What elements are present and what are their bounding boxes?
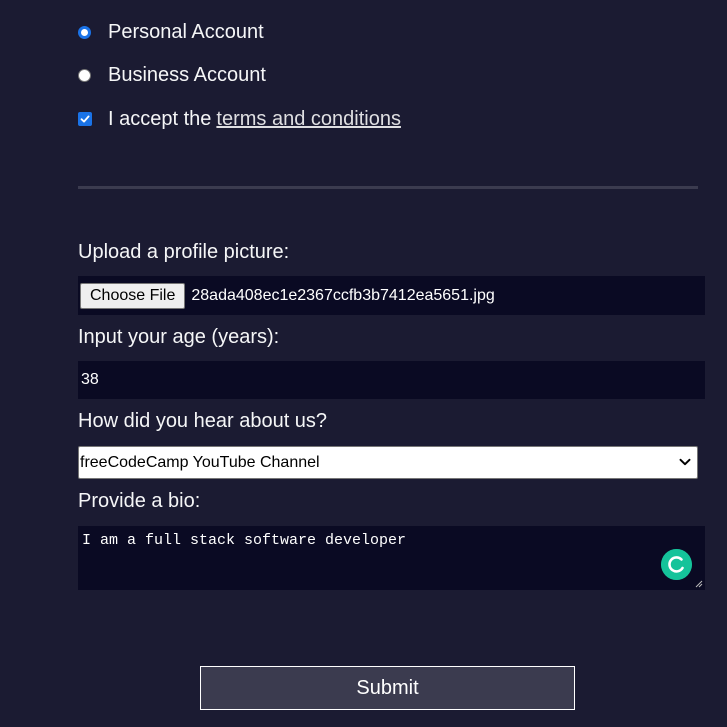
personal-account-radio[interactable] bbox=[78, 25, 91, 39]
business-account-label[interactable]: Business Account bbox=[108, 64, 266, 87]
grammarly-icon[interactable] bbox=[661, 549, 692, 580]
chevron-down-icon bbox=[679, 458, 691, 466]
profile-picture-label: Upload a profile picture: bbox=[78, 241, 290, 263]
referrer-select[interactable]: freeCodeCamp YouTube Channel bbox=[78, 446, 698, 479]
age-label: Input your age (years): bbox=[78, 326, 280, 348]
bio-label: Provide a bio: bbox=[78, 490, 201, 512]
bio-text: I am a full stack software developer bbox=[82, 532, 407, 549]
terms-prefix: I accept the bbox=[108, 107, 212, 130]
terms-option[interactable]: I accept the terms and conditions bbox=[78, 107, 401, 131]
age-input[interactable]: 38 bbox=[78, 361, 705, 399]
personal-account-label[interactable]: Personal Account bbox=[108, 21, 264, 44]
terms-checkbox[interactable] bbox=[78, 112, 92, 126]
checkmark-icon bbox=[80, 115, 90, 123]
referrer-selected-option: freeCodeCamp YouTube Channel bbox=[80, 453, 320, 471]
referrer-label: How did you hear about us? bbox=[78, 410, 328, 432]
selected-file-name: 28ada408ec1e2367ccfb3b7412ea5651.jpg bbox=[191, 286, 495, 304]
section-divider bbox=[78, 186, 698, 189]
business-account-option[interactable]: Business Account bbox=[78, 63, 266, 87]
business-account-radio[interactable] bbox=[78, 68, 91, 82]
personal-account-option[interactable]: Personal Account bbox=[78, 20, 264, 44]
terms-link[interactable]: terms and conditions bbox=[216, 108, 401, 131]
bio-textarea[interactable]: I am a full stack software developer bbox=[78, 526, 705, 590]
choose-file-button[interactable]: Choose File bbox=[80, 282, 186, 309]
resize-handle-icon[interactable] bbox=[695, 580, 703, 588]
profile-picture-file-input[interactable]: Choose File 28ada408ec1e2367ccfb3b7412ea… bbox=[78, 276, 705, 315]
registration-form: Personal Account Business Account I acce… bbox=[0, 0, 727, 727]
submit-button[interactable]: Submit bbox=[200, 666, 575, 710]
